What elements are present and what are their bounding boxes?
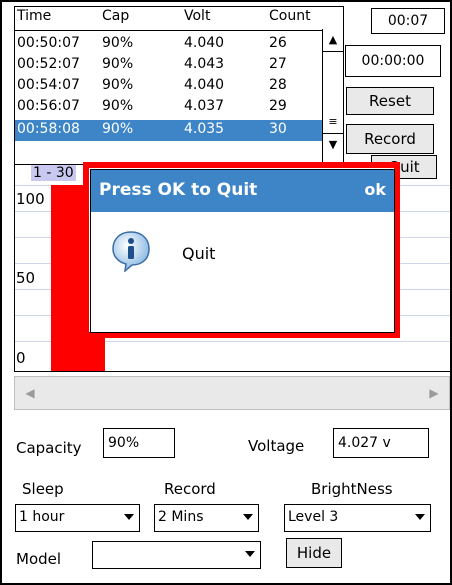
row-time: 00:52:07 [17, 56, 80, 72]
model-select[interactable] [92, 541, 261, 569]
record-interval-select-value: 2 Mins [158, 509, 204, 525]
header-cap: Cap [102, 8, 130, 24]
y-tick-label: 50 [16, 269, 36, 287]
chevron-down-icon [243, 514, 253, 520]
dialog-ok-button[interactable]: ok [364, 180, 386, 199]
row-volt: 4.043 [184, 56, 225, 72]
log-list[interactable]: Time Cap Volt Count 00:50:07 90% 4.040 2… [14, 6, 344, 165]
row-volt: 4.035 [184, 121, 225, 137]
row-volt: 4.040 [184, 35, 225, 51]
scroll-down-icon[interactable]: ▼ [323, 133, 343, 156]
row-cap: 90% [102, 35, 134, 51]
brightness-select-value: Level 3 [288, 509, 339, 525]
y-tick-label: 100 [16, 190, 45, 208]
list-row-selected[interactable]: 00:58:08 90% 4.035 30 [15, 120, 327, 141]
row-time: 00:50:07 [17, 35, 80, 51]
chevron-down-icon [124, 514, 134, 520]
quit-dialog-highlight: Press OK to Quit ok Quit [83, 162, 400, 338]
row-count: 27 [269, 56, 287, 72]
hide-button[interactable]: Hide [286, 538, 342, 568]
list-row[interactable]: 00:50:07 90% 4.040 26 [15, 34, 327, 55]
brightness-label: BrightNess [311, 480, 393, 498]
scroll-left-icon[interactable]: ◀ [15, 377, 45, 409]
header-count: Count [269, 8, 311, 24]
reset-button[interactable]: Reset [346, 87, 434, 115]
record-interval-label: Record [164, 480, 216, 498]
info-icon [111, 230, 151, 273]
row-volt: 4.037 [184, 98, 225, 114]
list-vertical-scrollbar[interactable]: ▲ ≡ ▼ [322, 29, 343, 164]
sleep-select[interactable]: 1 hour [15, 504, 140, 532]
chevron-down-icon [415, 514, 425, 520]
total-time-display: 00:00:00 [345, 45, 441, 77]
scroll-right-icon[interactable]: ▶ [419, 377, 449, 409]
sleep-select-value: 1 hour [19, 509, 65, 525]
scroll-up-icon[interactable]: ▲ [323, 29, 343, 52]
record-button[interactable]: Record [346, 124, 434, 154]
dialog-title: Press OK to Quit [99, 180, 258, 200]
list-header: Time Cap Volt Count [15, 7, 343, 31]
row-count: 29 [269, 98, 287, 114]
capacity-label: Capacity [16, 439, 82, 457]
row-count: 26 [269, 35, 287, 51]
row-cap: 90% [102, 77, 134, 93]
chart-horizontal-scrollbar[interactable]: ◀ ▶ [14, 376, 450, 410]
chevron-down-icon [245, 551, 255, 557]
chart-range-label: 1 - 30 [31, 165, 76, 181]
voltage-label: Voltage [248, 437, 305, 455]
list-row[interactable]: 00:54:07 90% 4.040 28 [15, 76, 327, 97]
row-volt: 4.040 [184, 77, 225, 93]
row-count: 30 [269, 121, 287, 137]
dialog-title-bar: Press OK to Quit ok [91, 170, 394, 212]
dialog-message: Quit [182, 244, 216, 263]
scroll-thumb-icon[interactable]: ≡ [323, 111, 343, 133]
header-time: Time [17, 8, 52, 24]
row-time: 00:54:07 [17, 77, 80, 93]
row-time: 00:58:08 [17, 121, 80, 137]
capacity-field: 90% [103, 428, 175, 458]
header-volt: Volt [184, 8, 211, 24]
row-count: 28 [269, 77, 287, 93]
row-cap: 90% [102, 56, 134, 72]
list-row[interactable]: 00:52:07 90% 4.043 27 [15, 55, 327, 76]
row-cap: 90% [102, 121, 134, 137]
sleep-label: Sleep [22, 480, 64, 498]
row-cap: 90% [102, 98, 134, 114]
record-interval-select[interactable]: 2 Mins [154, 504, 259, 532]
row-time: 00:56:07 [17, 98, 80, 114]
model-label: Model [16, 550, 62, 568]
quit-dialog: Press OK to Quit ok Quit [90, 169, 395, 333]
list-row[interactable]: 00:56:07 90% 4.037 29 [15, 97, 327, 118]
y-tick-label: 0 [16, 349, 26, 367]
voltage-field: 4.027 v [333, 428, 429, 458]
brightness-select[interactable]: Level 3 [284, 504, 431, 532]
elapsed-time-display: 00:07 [371, 8, 445, 34]
header-divider [15, 30, 327, 31]
